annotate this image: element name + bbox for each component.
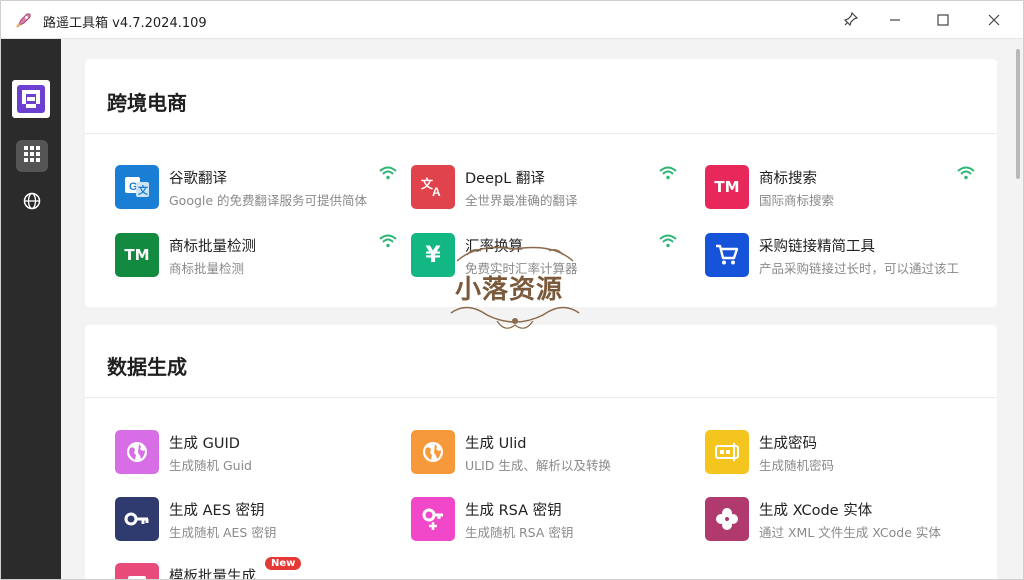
- sidebar: [1, 39, 61, 579]
- divider: [85, 397, 997, 398]
- tool-name: 谷歌翻译: [169, 171, 227, 187]
- tool-name: 模板批量生成: [169, 569, 256, 580]
- yen-icon: ¥: [411, 233, 455, 277]
- minimize-button[interactable]: [881, 7, 909, 33]
- vertical-scrollbar[interactable]: [1013, 39, 1023, 579]
- tool-link-shortener[interactable]: 采购链接精简工具 产品采购链接过长时，可以通过该工: [705, 231, 985, 279]
- tool-generate-password[interactable]: 生成密码 生成随机密码: [705, 428, 985, 476]
- tool-desc: 商标批量检测: [169, 261, 245, 276]
- tool-name: 生成 Ulid: [465, 436, 527, 452]
- tool-name: 生成 AES 密钥: [169, 503, 265, 519]
- tool-name: 汇率换算: [465, 239, 523, 255]
- scrollbar-thumb[interactable]: [1016, 49, 1020, 179]
- globe-icon: [115, 430, 159, 474]
- trademark-icon: TM: [115, 233, 159, 277]
- tool-generate-guid[interactable]: 生成 GUID 生成随机 Guid: [115, 428, 395, 476]
- grid-icon: [23, 145, 41, 167]
- tool-desc: 生成随机 Guid: [169, 458, 252, 473]
- cart-icon: [705, 233, 749, 277]
- tool-desc: 生成随机密码: [759, 458, 835, 473]
- pin-button[interactable]: [837, 7, 865, 33]
- tool-generate-xcode-entity[interactable]: 生成 XCode 实体 通过 XML 文件生成 XCode 实体: [705, 495, 985, 543]
- globe-icon: [23, 192, 41, 214]
- maximize-icon: [937, 11, 949, 30]
- password-icon: [705, 430, 749, 474]
- tool-desc: 国际商标搜索: [759, 193, 835, 208]
- new-badge: New: [265, 557, 302, 570]
- wifi-icon: [659, 166, 677, 180]
- svg-text:文: 文: [138, 184, 149, 197]
- minimize-icon: [889, 11, 901, 30]
- maximize-button[interactable]: [929, 7, 957, 33]
- main-content: 跨境电商 G文 谷歌翻译 Google 的免费翻译服务可提供简体 文A Deep…: [61, 39, 1013, 580]
- tool-desc: ULID 生成、解析以及转换: [465, 458, 611, 473]
- tool-desc: 生成随机 AES 密钥: [169, 525, 277, 540]
- tool-name: 生成 RSA 密钥: [465, 503, 562, 519]
- wifi-icon: [379, 166, 397, 180]
- tool-desc: 生成随机 RSA 密钥: [465, 525, 574, 540]
- tool-name: 生成密码: [759, 436, 817, 452]
- close-button[interactable]: [980, 7, 1008, 33]
- section-title: 跨境电商: [107, 91, 187, 115]
- tool-currency-convert[interactable]: ¥ 汇率换算 免费实时汇率计算器: [411, 231, 691, 279]
- globe-icon: [411, 430, 455, 474]
- tool-desc: 产品采购链接过长时，可以通过该工: [759, 261, 960, 276]
- translate-icon: 文A: [411, 165, 455, 209]
- tool-desc: 通过 XML 文件生成 XCode 实体: [759, 525, 941, 540]
- tool-name: 商标批量检测: [169, 239, 256, 255]
- pin-icon: [843, 11, 859, 30]
- tool-generate-ulid[interactable]: 生成 Ulid ULID 生成、解析以及转换: [411, 428, 691, 476]
- divider: [85, 133, 997, 134]
- section-card-cross-border: 跨境电商 G文 谷歌翻译 Google 的免费翻译服务可提供简体 文A Deep…: [85, 59, 997, 307]
- key-add-icon: [411, 497, 455, 541]
- tool-template-batch[interactable]: 模板批量生成 New: [115, 557, 395, 580]
- clover-icon: [705, 497, 749, 541]
- rocket-icon: [15, 11, 33, 29]
- tool-desc: 免费实时汇率计算器: [465, 261, 578, 276]
- tool-name: 生成 GUID: [169, 436, 240, 452]
- google-translate-icon: G文: [115, 165, 159, 209]
- tool-deepl-translate[interactable]: 文A DeepL 翻译 全世界最准确的翻译: [411, 163, 691, 211]
- tool-trademark-search[interactable]: TM 商标搜索 国际商标搜索: [705, 163, 985, 211]
- window-title: 路遥工具箱 v4.7.2024.109: [43, 16, 207, 31]
- trademark-icon: TM: [705, 165, 749, 209]
- wifi-icon: [957, 166, 975, 180]
- template-icon: [115, 563, 159, 579]
- tool-desc: Google 的免费翻译服务可提供简体: [169, 193, 368, 208]
- key-icon: [115, 497, 159, 541]
- tool-name: 商标搜索: [759, 171, 817, 187]
- app-window: 路遥工具箱 v4.7.2024.109 跨境电商 G 文 谷歌翻译 Google…: [0, 0, 1024, 580]
- section-card-data-generation: 数据生成 生成 GUID 生成随机 Guid 生成 Ulid ULID 生成、解…: [85, 325, 997, 580]
- wifi-icon: [659, 234, 677, 248]
- svg-text:A: A: [432, 185, 441, 199]
- tool-name: 采购链接精简工具: [759, 239, 875, 255]
- nav-tools-button[interactable]: [16, 140, 48, 172]
- tool-trademark-batch[interactable]: TM 商标批量检测 商标批量检测: [115, 231, 397, 279]
- title-bar: 路遥工具箱 v4.7.2024.109: [1, 1, 1023, 39]
- nav-web-button[interactable]: [16, 187, 48, 219]
- tool-generate-rsa-key[interactable]: 生成 RSA 密钥 生成随机 RSA 密钥: [411, 495, 691, 543]
- section-title: 数据生成: [107, 355, 187, 379]
- app-logo: [12, 80, 50, 118]
- tool-name: DeepL 翻译: [465, 171, 545, 187]
- tool-desc: 全世界最准确的翻译: [465, 193, 578, 208]
- tool-google-translate[interactable]: G文 谷歌翻译 Google 的免费翻译服务可提供简体: [115, 163, 397, 211]
- tool-generate-aes-key[interactable]: 生成 AES 密钥 生成随机 AES 密钥: [115, 495, 395, 543]
- close-icon: [988, 11, 1000, 30]
- wifi-icon: [379, 234, 397, 248]
- tool-name: 生成 XCode 实体: [759, 503, 873, 519]
